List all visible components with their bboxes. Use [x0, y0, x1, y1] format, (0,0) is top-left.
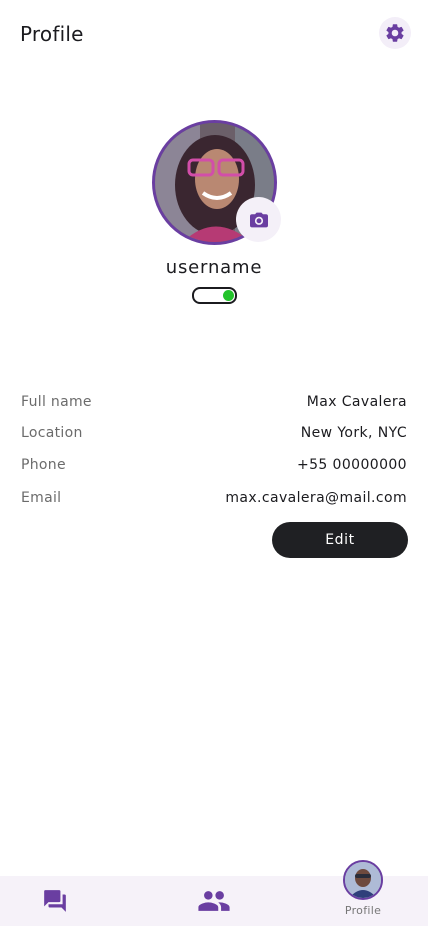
email-label: Email	[21, 490, 62, 506]
nav-profile[interactable]: Profile	[328, 860, 398, 926]
phone-row: Phone +55 00000000	[21, 457, 407, 479]
username-label: username	[165, 257, 263, 278]
location-value: New York, NYC	[300, 425, 407, 441]
nav-profile-label: Profile	[344, 904, 382, 917]
people-icon	[198, 891, 230, 911]
camera-icon	[249, 212, 268, 227]
gear-icon	[386, 24, 404, 42]
page-title: Profile	[20, 22, 84, 46]
nav-chats[interactable]	[20, 876, 90, 926]
location-label: Location	[21, 425, 83, 441]
nav-contacts[interactable]	[178, 876, 250, 926]
online-status-indicator	[223, 290, 234, 301]
profile-avatar-container	[152, 120, 281, 245]
full-name-label: Full name	[21, 394, 92, 410]
change-photo-button[interactable]	[236, 197, 281, 242]
online-status-toggle[interactable]	[192, 287, 237, 304]
phone-label: Phone	[21, 457, 66, 473]
full-name-value: Max Cavalera	[306, 394, 407, 410]
edit-button[interactable]: Edit	[272, 522, 408, 558]
avatar-photo	[345, 862, 381, 898]
email-value: max.cavalera@mail.com	[225, 490, 407, 506]
location-row: Location New York, NYC	[21, 425, 407, 447]
settings-button[interactable]	[379, 17, 411, 49]
chat-bubbles-icon	[44, 890, 66, 912]
full-name-row: Full name Max Cavalera	[21, 394, 407, 416]
bottom-navigation: Profile	[0, 860, 428, 926]
phone-value: +55 00000000	[296, 457, 407, 473]
email-row: Email max.cavalera@mail.com	[21, 490, 407, 512]
avatar	[343, 860, 383, 900]
